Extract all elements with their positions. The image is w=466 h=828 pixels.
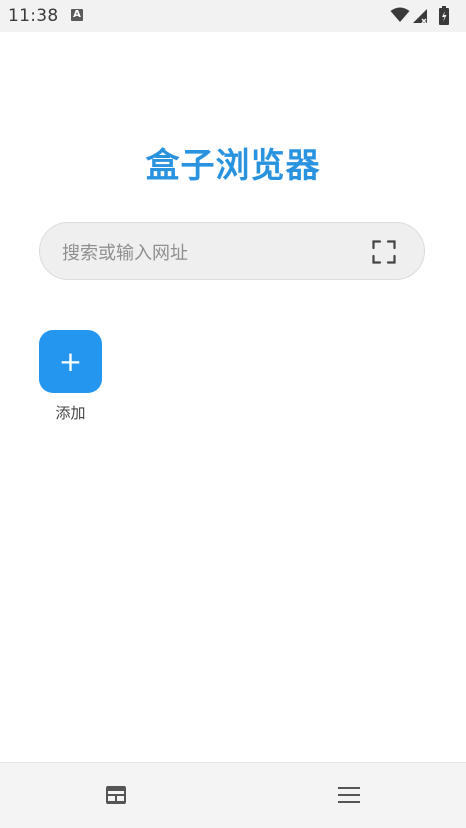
status-time: 11:38 [8,6,59,26]
add-shortcut-button[interactable]: + [39,330,102,393]
notification-a-icon: A [71,9,83,21]
search-bar[interactable] [39,222,425,283]
menu-icon[interactable] [337,785,361,805]
tabs-icon[interactable] [105,785,127,805]
status-bar: 11:38 A [0,0,466,32]
scan-icon[interactable] [372,240,396,264]
app-title: 盒子浏览器 [145,146,321,186]
signal-icon [413,9,427,24]
bottom-toolbar [0,762,466,828]
search-input[interactable] [60,223,364,283]
wifi-icon [390,7,410,22]
plus-icon: + [58,345,83,378]
add-shortcut-tile[interactable]: + 添加 [39,330,103,423]
notification-a-label: A [73,9,81,20]
battery-icon [439,6,449,25]
add-shortcut-label: 添加 [55,404,86,422]
